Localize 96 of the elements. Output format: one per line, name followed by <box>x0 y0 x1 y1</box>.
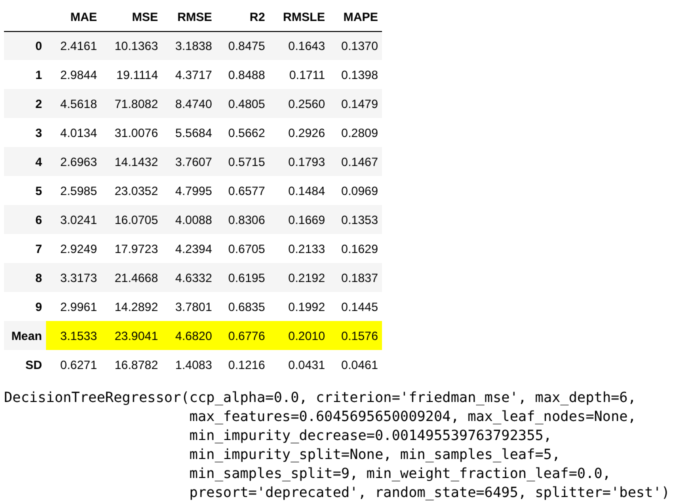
table-cell: 0.1643 <box>269 31 329 60</box>
table-cell: 0.1629 <box>329 234 382 263</box>
row-index: 5 <box>4 176 46 205</box>
table-cell: 0.1669 <box>269 205 329 234</box>
column-header: RMSLE <box>269 3 329 31</box>
table-cell: 0.1445 <box>329 292 382 321</box>
row-index: SD <box>4 350 46 379</box>
table-cell: 2.4161 <box>46 31 101 60</box>
column-header: RMSE <box>162 3 216 31</box>
table-cell: 0.1484 <box>269 176 329 205</box>
row-index: 0 <box>4 31 46 60</box>
table-cell: 2.5985 <box>46 176 101 205</box>
row-index: 7 <box>4 234 46 263</box>
table-cell: 0.1479 <box>329 89 382 118</box>
table-cell: 0.4805 <box>216 89 269 118</box>
table-cell: 0.5715 <box>216 147 269 176</box>
table-cell: 23.0352 <box>101 176 162 205</box>
table-cell: 0.1353 <box>329 205 382 234</box>
table-cell: 8.4740 <box>162 89 216 118</box>
code-line: presort='deprecated', random_state=6495, splitter='best') <box>189 485 670 501</box>
table-cell: 0.8488 <box>216 60 269 89</box>
table-cell: 0.0461 <box>329 350 382 379</box>
table-cell: 4.2394 <box>162 234 216 263</box>
table-cell: 0.1398 <box>329 60 382 89</box>
table-cell: 19.1114 <box>101 60 162 89</box>
table-cell: 0.5662 <box>216 118 269 147</box>
table-cell: 3.3173 <box>46 263 101 292</box>
table-cell: 0.8306 <box>216 205 269 234</box>
code-line: DecisionTreeRegressor(ccp_alpha=0.0, criterion='friedman_mse', max_depth=6, <box>4 390 636 406</box>
table-cell: 23.9041 <box>101 321 162 350</box>
table-cell: 0.8475 <box>216 31 269 60</box>
column-header: MAPE <box>329 3 382 31</box>
table-cell: 0.1216 <box>216 350 269 379</box>
table-cell: 71.8082 <box>101 89 162 118</box>
row-index: Mean <box>4 321 46 350</box>
table-cell: 0.1576 <box>329 321 382 350</box>
table-cell: 3.0241 <box>46 205 101 234</box>
table-cell: 3.1533 <box>46 321 101 350</box>
table-cell: 3.1838 <box>162 31 216 60</box>
row-index: 9 <box>4 292 46 321</box>
table-cell: 4.6820 <box>162 321 216 350</box>
table-cell: 0.6195 <box>216 263 269 292</box>
table-cell: 0.2010 <box>269 321 329 350</box>
table-cell: 16.8782 <box>101 350 162 379</box>
table-cell: 2.9844 <box>46 60 101 89</box>
table-cell: 4.5618 <box>46 89 101 118</box>
table-cell: 0.6705 <box>216 234 269 263</box>
table-cell: 10.1363 <box>101 31 162 60</box>
row-index: 4 <box>4 147 46 176</box>
table-cell: 17.9723 <box>101 234 162 263</box>
row-index: 6 <box>4 205 46 234</box>
table-cell: 0.1992 <box>269 292 329 321</box>
table-cell: 2.9961 <box>46 292 101 321</box>
row-index: 1 <box>4 60 46 89</box>
column-header: MSE <box>101 3 162 31</box>
table-cell: 14.2892 <box>101 292 162 321</box>
table-cell: 4.7995 <box>162 176 216 205</box>
column-header: MAE <box>46 3 101 31</box>
table-cell: 4.6332 <box>162 263 216 292</box>
row-index: 2 <box>4 89 46 118</box>
row-index: 8 <box>4 263 46 292</box>
table-cell: 0.2926 <box>269 118 329 147</box>
code-line: min_impurity_decrease=0.001495539763792355, <box>189 428 552 444</box>
table-cell: 0.6835 <box>216 292 269 321</box>
code-line: max_features=0.6045695650009204, max_leaf_nodes=None, <box>189 409 636 425</box>
table-cell: 4.0088 <box>162 205 216 234</box>
table-cell: 0.0431 <box>269 350 329 379</box>
table-cell: 0.6776 <box>216 321 269 350</box>
table-cell: 2.9249 <box>46 234 101 263</box>
table-cell: 0.1793 <box>269 147 329 176</box>
table-cell: 4.3717 <box>162 60 216 89</box>
table-cell: 1.4083 <box>162 350 216 379</box>
table-cell: 0.0969 <box>329 176 382 205</box>
table-cell: 0.2192 <box>269 263 329 292</box>
table-cell: 16.0705 <box>101 205 162 234</box>
table-cell: 0.1467 <box>329 147 382 176</box>
table-cell: 0.2560 <box>269 89 329 118</box>
table-cell: 31.0076 <box>101 118 162 147</box>
code-line: min_samples_split=9, min_weight_fraction_leaf=0.0, <box>189 466 611 482</box>
table-cell: 0.6577 <box>216 176 269 205</box>
table-cell: 0.1370 <box>329 31 382 60</box>
table-cell: 4.0134 <box>46 118 101 147</box>
table-cell: 5.5684 <box>162 118 216 147</box>
table-cell: 0.6271 <box>46 350 101 379</box>
table-cell: 21.4668 <box>101 263 162 292</box>
table-cell: 0.2809 <box>329 118 382 147</box>
table-cell: 3.7607 <box>162 147 216 176</box>
table-cell: 2.6963 <box>46 147 101 176</box>
table-cell: 0.1837 <box>329 263 382 292</box>
table-cell: 14.1432 <box>101 147 162 176</box>
table-cell: 0.2133 <box>269 234 329 263</box>
code-line: min_impurity_split=None, min_samples_leaf=5, <box>189 447 560 463</box>
table-cell: 3.7801 <box>162 292 216 321</box>
column-header: R2 <box>216 3 269 31</box>
row-index: 3 <box>4 118 46 147</box>
table-cell: 0.1711 <box>269 60 329 89</box>
